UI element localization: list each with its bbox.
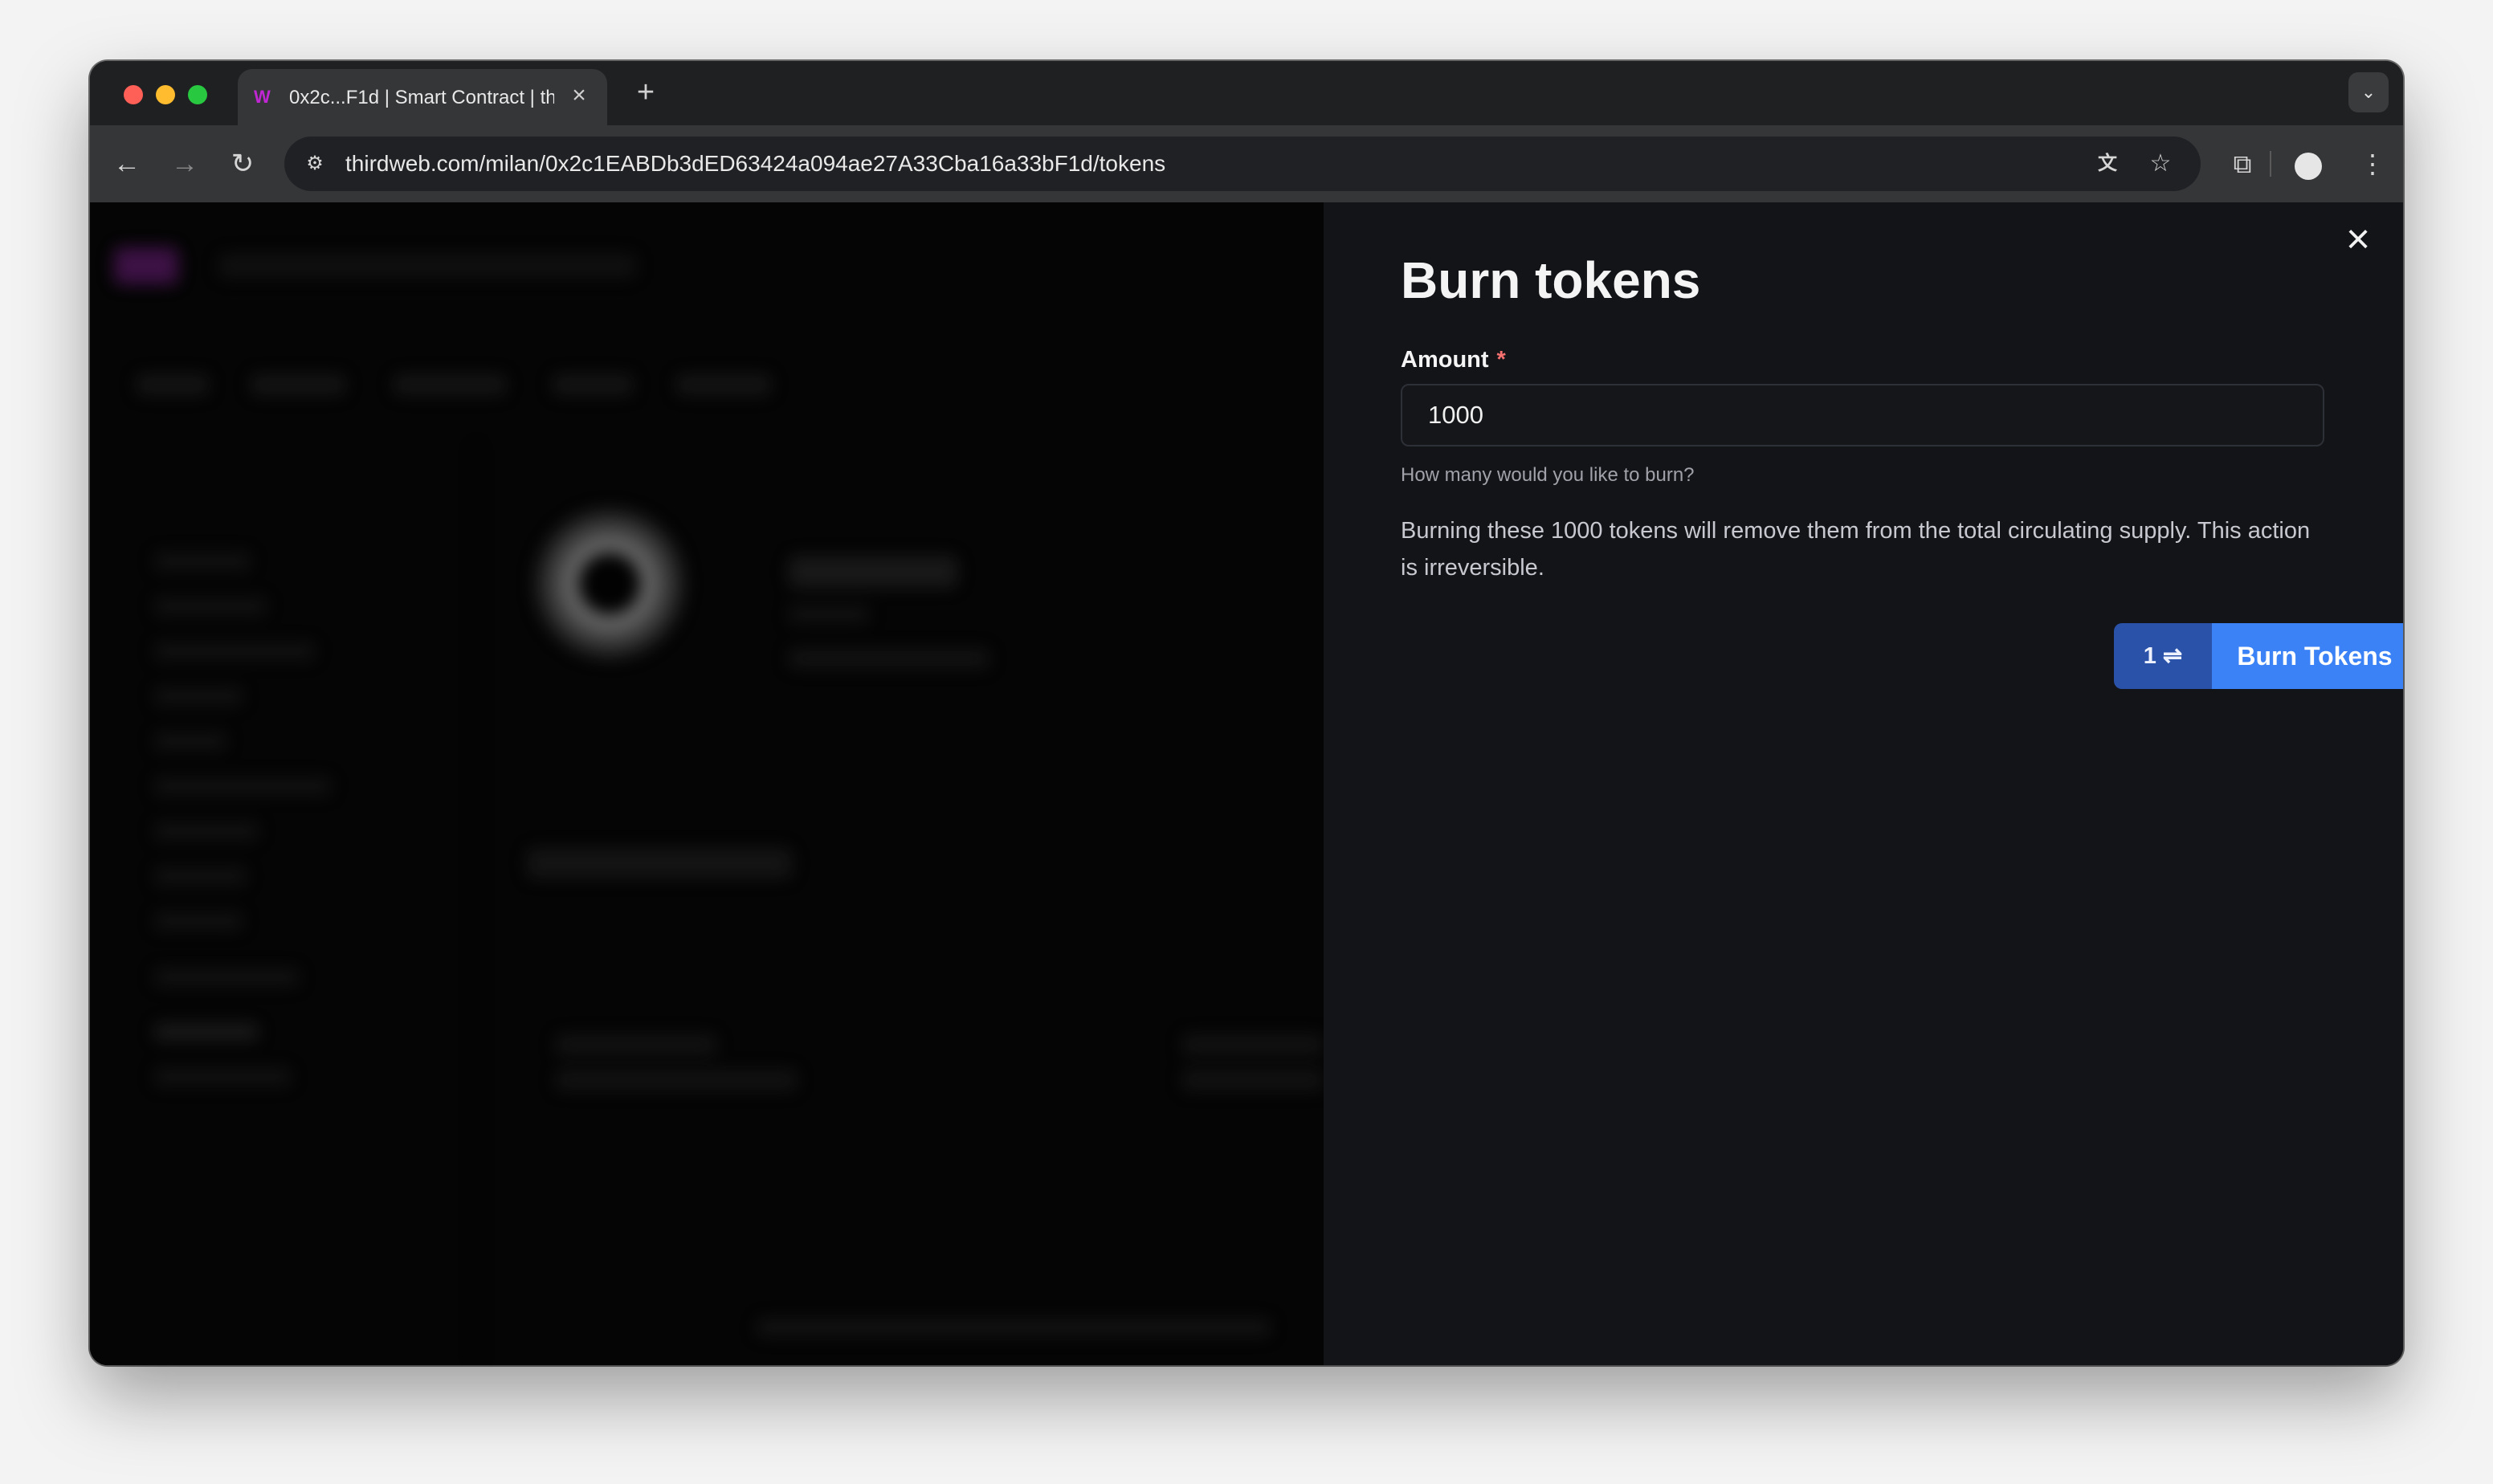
- amount-input[interactable]: [1401, 384, 2324, 446]
- thirdweb-favicon-icon: W: [254, 87, 271, 107]
- browser-tab-active[interactable]: W 0x2c...F1d | Smart Contract | thirdweb…: [238, 69, 607, 125]
- back-arrow-icon[interactable]: ←: [108, 145, 146, 183]
- sidebar-item-placeholder: [154, 552, 251, 570]
- close-window-button[interactable]: [124, 85, 143, 104]
- browser-toolbar: ← → ↻ ⚙ thirdweb.com/milan/0x2c1EABDb3dE…: [90, 125, 2403, 204]
- address-bar[interactable]: ⚙ thirdweb.com/milan/0x2c1EABDb3dED63424…: [284, 137, 2201, 191]
- tab-strip: W 0x2c...F1d | Smart Contract | thirdweb…: [90, 61, 2403, 125]
- tab-close-icon[interactable]: ×: [565, 82, 593, 109]
- search-bar-placeholder: [218, 254, 636, 278]
- sidebar-item-placeholder: [154, 642, 315, 660]
- nav-item-placeholder: [394, 374, 506, 395]
- stat-value-placeholder: [1182, 1070, 1324, 1091]
- toolbar-divider: [2270, 151, 2271, 177]
- site-info-tune-icon[interactable]: ⚙: [299, 148, 331, 180]
- transaction-button-group: 1 ⇌ Burn Tokens: [2114, 623, 2403, 689]
- required-mark: *: [1496, 347, 1506, 373]
- browser-menu-kebab-icon[interactable]: ⋮: [2353, 145, 2392, 183]
- url-text[interactable]: thirdweb.com/milan/0x2c1EABDb3dED63424a0…: [345, 151, 1165, 178]
- burn-warning-text: Burning these 1000 tokens will remove th…: [1401, 518, 2311, 581]
- tab-search-chevron-down-icon[interactable]: ⌄: [2348, 72, 2389, 112]
- sidebar-item-placeholder: [154, 822, 259, 840]
- drawer-title: Burn tokens: [1401, 251, 1701, 309]
- sidebar-item-placeholder: [154, 597, 267, 615]
- burn-tokens-button[interactable]: Burn Tokens: [2212, 623, 2403, 689]
- minimize-window-button[interactable]: [156, 85, 175, 104]
- sidebar-divider: [475, 443, 477, 1365]
- contract-meta-placeholder: [789, 649, 989, 668]
- tab-title: 0x2c...F1d | Smart Contract | thirdweb: [289, 87, 554, 108]
- nav-item-placeholder: [676, 374, 771, 395]
- contract-name-placeholder: [789, 556, 957, 588]
- contract-meta-placeholder: [789, 605, 869, 623]
- sidebar-item-placeholder: [154, 968, 299, 986]
- forward-arrow-icon[interactable]: →: [165, 145, 204, 183]
- contract-avatar: [533, 508, 686, 660]
- footer-links-placeholder: [757, 1319, 1271, 1336]
- profile-person-icon[interactable]: [2289, 145, 2328, 183]
- stat-label-placeholder: [1182, 1034, 1324, 1055]
- new-tab-plus-icon[interactable]: +: [630, 77, 662, 109]
- close-drawer-icon[interactable]: ×: [2337, 218, 2379, 260]
- amount-helper-text: How many would you like to burn?: [1401, 464, 1695, 486]
- nav-item-placeholder: [251, 374, 345, 395]
- nav-item-placeholder: [137, 374, 209, 395]
- sidebar-item-placeholder: [154, 732, 226, 750]
- thirdweb-logo: [114, 247, 178, 284]
- sidebar-item-placeholder: [154, 912, 243, 930]
- amount-label: Amount *: [1401, 347, 1506, 373]
- bookmark-star-icon[interactable]: ☆: [2144, 148, 2177, 180]
- reload-icon[interactable]: ↻: [223, 145, 262, 183]
- burn-tokens-drawer: × Burn tokens Amount * How many would you…: [1324, 202, 2403, 1365]
- section-heading-placeholder: [527, 848, 792, 879]
- page-content: × Burn tokens Amount * How many would you…: [90, 202, 2403, 1365]
- stat-label-placeholder: [556, 1034, 716, 1055]
- sidebar-item-placeholder: [154, 1068, 291, 1086]
- sidebar-item-placeholder: [154, 687, 243, 705]
- stat-value-placeholder: [556, 1070, 797, 1091]
- sidebar-item-placeholder: [154, 867, 247, 885]
- blurred-dashboard-backdrop[interactable]: [90, 202, 1324, 1365]
- amount-label-text: Amount: [1401, 347, 1489, 373]
- maximize-window-button[interactable]: [188, 85, 207, 104]
- nav-item-placeholder: [553, 374, 633, 395]
- browser-window: W 0x2c...F1d | Smart Contract | thirdweb…: [90, 61, 2403, 1365]
- translate-icon[interactable]: 文: [2091, 148, 2124, 180]
- sidebar-item-placeholder: [154, 777, 331, 795]
- transaction-count-badge[interactable]: 1 ⇌: [2114, 623, 2212, 689]
- sidebar-item-placeholder: [154, 1023, 259, 1041]
- extensions-puzzle-icon[interactable]: ⧉: [2223, 145, 2262, 183]
